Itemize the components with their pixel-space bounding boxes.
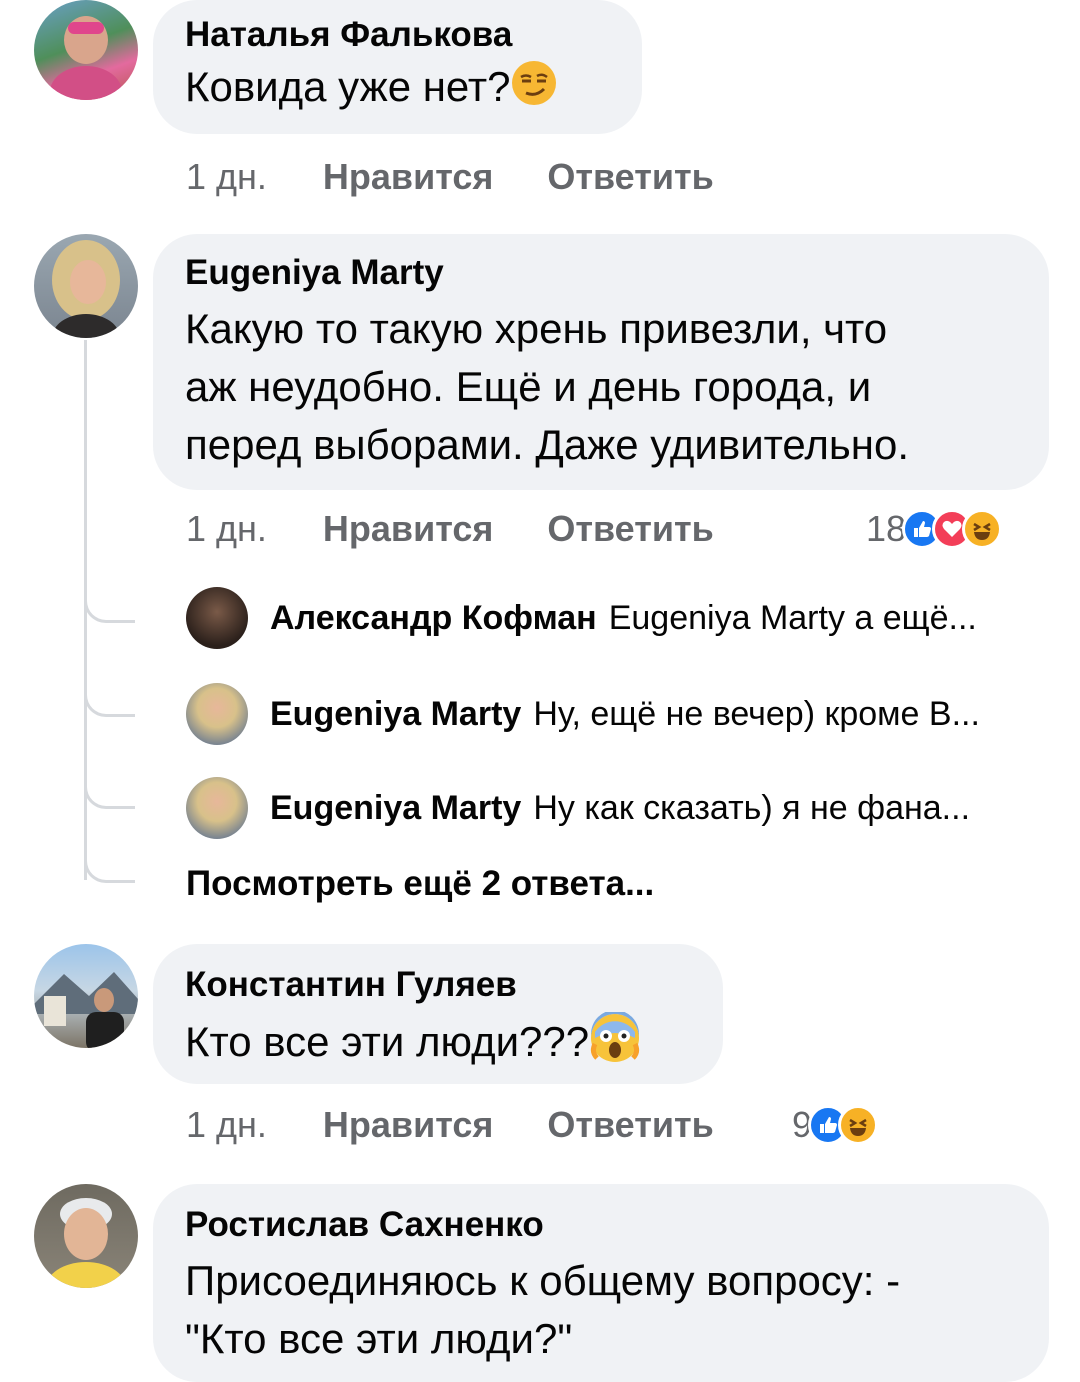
reply-author[interactable]: Eugeniya Marty bbox=[270, 789, 521, 828]
thread-branch bbox=[84, 674, 135, 717]
thread-branch bbox=[84, 846, 135, 883]
screaming-face-icon bbox=[589, 1010, 641, 1079]
reply-author[interactable]: Александр Кофман bbox=[270, 599, 597, 638]
comment-author[interactable]: Eugeniya Marty bbox=[185, 252, 1017, 294]
comment-text-line: Какую то такую хрень привезли, что bbox=[185, 305, 888, 352]
haha-icon bbox=[838, 1105, 879, 1145]
reaction-summary[interactable]: 9 bbox=[792, 1100, 879, 1150]
reply-button[interactable]: Ответить bbox=[547, 1104, 713, 1146]
comment-time[interactable]: 1 дн. bbox=[186, 156, 267, 198]
reply-preview: Eugeniya Marty а ещё... bbox=[608, 598, 977, 637]
haha-icon bbox=[962, 509, 1003, 549]
comment-bubble: Наталья Фалькова Ковида уже нет? bbox=[153, 0, 642, 134]
avatar[interactable] bbox=[186, 777, 248, 839]
thread-branch bbox=[84, 580, 135, 623]
view-more-replies[interactable]: Посмотреть ещё 2 ответа... bbox=[186, 862, 654, 906]
like-button[interactable]: Нравится bbox=[323, 156, 493, 198]
avatar[interactable] bbox=[186, 683, 248, 745]
comment-bubble: Eugeniya Marty Какую то такую хрень прив… bbox=[153, 234, 1049, 490]
comment-bubble: Константин Гуляев Кто все эти люди??? bbox=[153, 944, 723, 1084]
comment-actions: 1 дн. Нравится Ответить bbox=[186, 1100, 714, 1150]
comment-text-line: перед выборами. Даже удивительно. bbox=[185, 421, 909, 468]
comment-author[interactable]: Ростислав Сахненко bbox=[185, 1204, 1017, 1246]
reply-preview: Ну как сказать) я не фана... bbox=[533, 788, 971, 827]
reply-button[interactable]: Ответить bbox=[547, 156, 713, 198]
comment-text: Кто все эти люди??? bbox=[185, 1018, 590, 1065]
comment-text-line: "Кто все эти люди?" bbox=[185, 1315, 573, 1362]
reply-item[interactable]: Eugeniya Marty Ну, ещё не вечер) кроме В… bbox=[186, 682, 980, 746]
comment-author[interactable]: Наталья Фалькова bbox=[185, 14, 610, 56]
reply-item[interactable]: Eugeniya Marty Ну как сказать) я не фана… bbox=[186, 776, 970, 840]
avatar-photo bbox=[50, 16, 122, 100]
comment-text-line: Присоединяюсь к общему вопросу: - bbox=[185, 1257, 901, 1304]
reply-item[interactable]: Александр Кофман Eugeniya Marty а ещё... bbox=[186, 586, 977, 650]
avatar[interactable] bbox=[34, 1184, 138, 1288]
comment-text: Ковида уже нет? bbox=[185, 63, 511, 110]
comment-text-line: аж неудобно. Ещё и день города, и bbox=[185, 363, 872, 410]
comment-time[interactable]: 1 дн. bbox=[186, 508, 267, 550]
reply-preview: Ну, ещё не вечер) кроме В... bbox=[533, 694, 980, 733]
comment-author[interactable]: Константин Гуляев bbox=[185, 964, 691, 1006]
comment-bubble: Ростислав Сахненко Присоединяюсь к общем… bbox=[153, 1184, 1049, 1382]
comment-time[interactable]: 1 дн. bbox=[186, 1104, 267, 1146]
avatar-photo bbox=[52, 240, 120, 338]
reaction-count: 18 bbox=[866, 508, 907, 549]
reaction-summary[interactable]: 18 bbox=[866, 504, 1003, 554]
reply-author[interactable]: Eugeniya Marty bbox=[270, 695, 521, 734]
avatar[interactable] bbox=[186, 587, 248, 649]
thread-branch bbox=[84, 766, 135, 809]
smirking-face-icon bbox=[510, 59, 558, 122]
comment-actions: 1 дн. Нравится Ответить bbox=[186, 504, 714, 554]
avatar-photo bbox=[34, 972, 138, 1048]
like-button[interactable]: Нравится bbox=[323, 1104, 493, 1146]
avatar[interactable] bbox=[34, 234, 138, 338]
avatar[interactable] bbox=[34, 944, 138, 1048]
comment-actions: 1 дн. Нравится Ответить bbox=[186, 152, 714, 202]
avatar-photo bbox=[46, 1198, 126, 1288]
like-button[interactable]: Нравится bbox=[323, 508, 493, 550]
reply-button[interactable]: Ответить bbox=[547, 508, 713, 550]
avatar[interactable] bbox=[34, 0, 138, 100]
